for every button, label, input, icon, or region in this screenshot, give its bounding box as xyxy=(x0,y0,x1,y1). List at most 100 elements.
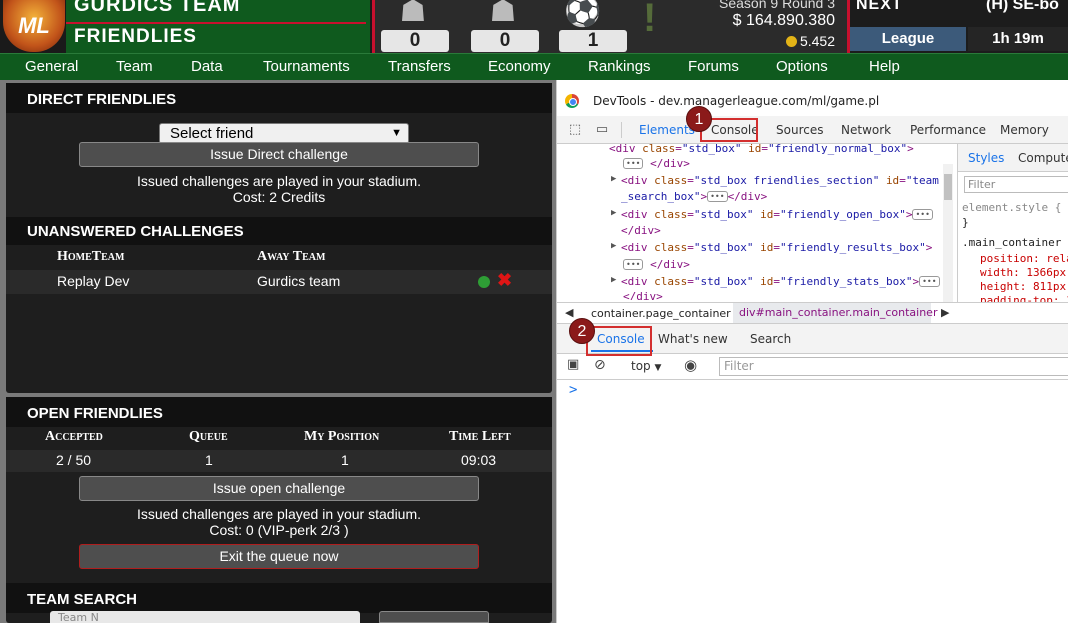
col-home-team: HomeTeam xyxy=(57,249,125,264)
col-my-position: My Position xyxy=(304,429,380,444)
annotation-badge-2: 2 xyxy=(569,318,595,344)
tab-computed[interactable]: Computed xyxy=(1018,151,1068,165)
breadcrumb-forward-icon[interactable]: ▶ xyxy=(941,306,949,319)
callout-console-drawer xyxy=(586,326,652,356)
drawer-tab-search[interactable]: Search xyxy=(750,332,791,346)
breadcrumb-back-icon[interactable]: ◀ xyxy=(565,306,573,319)
menu-options[interactable]: Options xyxy=(776,54,828,80)
tab-network[interactable]: Network xyxy=(841,123,891,137)
next-label: NEXT xyxy=(856,0,903,13)
menu-economy[interactable]: Economy xyxy=(488,54,551,80)
dom-node[interactable]: <div class="std_box" id="friendly_open_b… xyxy=(621,208,933,221)
wins-count: 0 xyxy=(381,30,449,52)
console-filter-input[interactable]: Filter xyxy=(719,357,1068,376)
col-time-left: Time Left xyxy=(449,429,511,444)
issue-direct-challenge-button[interactable]: Issue Direct challenge xyxy=(79,142,479,167)
tab-memory[interactable]: Memory xyxy=(1000,123,1049,137)
dom-node-close: ••• </div> xyxy=(623,258,690,271)
friendlies-column: DIRECT FRIENDLIES Select friend ▼ Issue D… xyxy=(0,80,556,624)
col-accepted: Accepted xyxy=(45,429,103,444)
queue-cell: 1 xyxy=(205,452,213,468)
ml-logo[interactable]: ML xyxy=(3,0,65,52)
direct-friendlies-panel: DIRECT FRIENDLIES Select friend ▼ Issue D… xyxy=(6,83,552,393)
team-panel: GURDICS TEAM FRIENDLIES xyxy=(66,0,370,53)
element-style-close: } xyxy=(962,216,969,229)
breadcrumb-item[interactable]: container.page_container xyxy=(591,307,731,320)
context-selector[interactable]: top ▼ xyxy=(631,359,661,373)
page-title: FRIENDLIES xyxy=(74,26,197,47)
dom-node[interactable]: <div class="std_box" id="friendly_result… xyxy=(621,241,932,254)
drawer-tab-whats-new[interactable]: What's new xyxy=(658,332,728,346)
dom-node[interactable]: <div class="std_box friendlies_section" … xyxy=(621,174,939,187)
device-toolbar-icon[interactable]: ▭ xyxy=(594,122,610,138)
menu-forums[interactable]: Forums xyxy=(688,54,739,80)
away-team-cell: Gurdics team xyxy=(257,273,341,289)
search-button[interactable] xyxy=(379,611,489,623)
elements-scrollbar[interactable] xyxy=(943,164,953,304)
issue-open-challenge-button[interactable]: Issue open challenge xyxy=(79,476,479,501)
css-prop[interactable]: position: rela xyxy=(980,252,1068,265)
clear-console-icon[interactable]: ⊘ xyxy=(594,357,606,373)
sidebar-toggle-icon[interactable]: ▣ xyxy=(567,357,579,372)
element-style-rule: element.style { xyxy=(962,201,1062,214)
next-competition: League xyxy=(850,27,966,51)
table-row: 2 / 50 1 1 09:03 xyxy=(6,450,552,472)
col-queue: Queue xyxy=(189,429,228,444)
divider xyxy=(66,22,366,24)
dom-node-cont: _search_box"> ••• </div> xyxy=(621,190,768,203)
open-note-cost: Cost: 0 (VIP-perk 2/3 ) xyxy=(209,522,349,538)
menu-tournaments[interactable]: Tournaments xyxy=(263,54,350,80)
accept-icon[interactable] xyxy=(478,276,490,288)
menu-rankings[interactable]: Rankings xyxy=(588,54,651,80)
open-friendlies-title: OPEN FRIENDLIES xyxy=(6,397,552,427)
tab-sources[interactable]: Sources xyxy=(776,123,823,137)
expand-triangle-icon[interactable]: ▶ xyxy=(611,275,616,285)
menu-help[interactable]: Help xyxy=(869,54,900,80)
team-search-panel: TEAM SEARCH Team N xyxy=(6,583,552,624)
styles-filter-input[interactable]: Filter xyxy=(964,176,1068,193)
coin-icon xyxy=(785,36,797,47)
decline-icon[interactable]: ✖ xyxy=(497,270,512,291)
expand-triangle-icon[interactable]: ▶ xyxy=(611,208,616,218)
open-friendlies-panel: OPEN FRIENDLIES Accepted Queue My Positi… xyxy=(6,397,552,591)
tab-performance[interactable]: Performance xyxy=(910,123,986,137)
draws-count: 0 xyxy=(471,30,539,52)
direct-note-stadium: Issued challenges are played in your sta… xyxy=(136,173,422,189)
dom-node-close: </div> xyxy=(623,290,663,300)
menu-transfers[interactable]: Transfers xyxy=(388,54,451,80)
col-away-team: Away Team xyxy=(257,249,326,264)
console-prompt[interactable]: > xyxy=(569,382,577,398)
tab-styles[interactable]: Styles xyxy=(968,151,1004,165)
season-label: Season 9 Round 3 xyxy=(719,0,835,11)
next-countdown: 1h 19m xyxy=(968,27,1068,51)
open-note-stadium: Issued challenges are played in your sta… xyxy=(136,506,422,522)
next-opponent: (H) SE-bo xyxy=(986,0,1059,13)
css-prop[interactable]: padding-top: 1 xyxy=(980,294,1068,302)
menu-general[interactable]: General xyxy=(25,54,78,80)
divider xyxy=(621,122,622,138)
scrollbar-thumb[interactable] xyxy=(944,174,952,200)
loss-figure-icon: ⚽ xyxy=(564,0,602,29)
devtools-title: DevTools - dev.managerleague.com/ml/game… xyxy=(593,94,880,108)
select-friend-dropdown[interactable]: Select friend ▼ xyxy=(159,123,409,144)
next-match[interactable]: NEXT (H) SE-bo League 1h 19m xyxy=(850,0,1068,53)
expand-triangle-icon[interactable]: ▶ xyxy=(611,174,616,184)
menu-team[interactable]: Team xyxy=(116,54,153,80)
dom-node[interactable]: <div class="std_box" id="friendly_normal… xyxy=(609,144,914,155)
home-team-cell: Replay Dev xyxy=(57,273,130,289)
css-prop[interactable]: height: 811px xyxy=(980,280,1066,293)
team-search-title: TEAM SEARCH xyxy=(6,583,552,613)
team-search-input[interactable]: Team N xyxy=(50,611,360,624)
dom-node[interactable]: <div class="std_box" id="friendly_stats_… xyxy=(621,275,940,288)
menu-data[interactable]: Data xyxy=(191,54,223,80)
expand-triangle-icon[interactable]: ▶ xyxy=(611,241,616,251)
chevron-down-icon: ▼ xyxy=(654,363,662,373)
breadcrumb-item-selected[interactable]: div#main_container.main_container xyxy=(733,303,937,323)
css-prop[interactable]: width: 1366px xyxy=(980,266,1066,279)
eye-icon[interactable]: ◉ xyxy=(684,356,697,374)
direct-friendlies-title: DIRECT FRIENDLIES xyxy=(6,83,552,113)
devtools-tab-bar: ⬚ ▭ Elements Console Sources Network Per… xyxy=(557,116,1068,144)
team-name: GURDICS TEAM xyxy=(74,0,241,16)
inspect-element-icon[interactable]: ⬚ xyxy=(567,122,583,138)
exit-queue-button[interactable]: Exit the queue now xyxy=(79,544,479,569)
